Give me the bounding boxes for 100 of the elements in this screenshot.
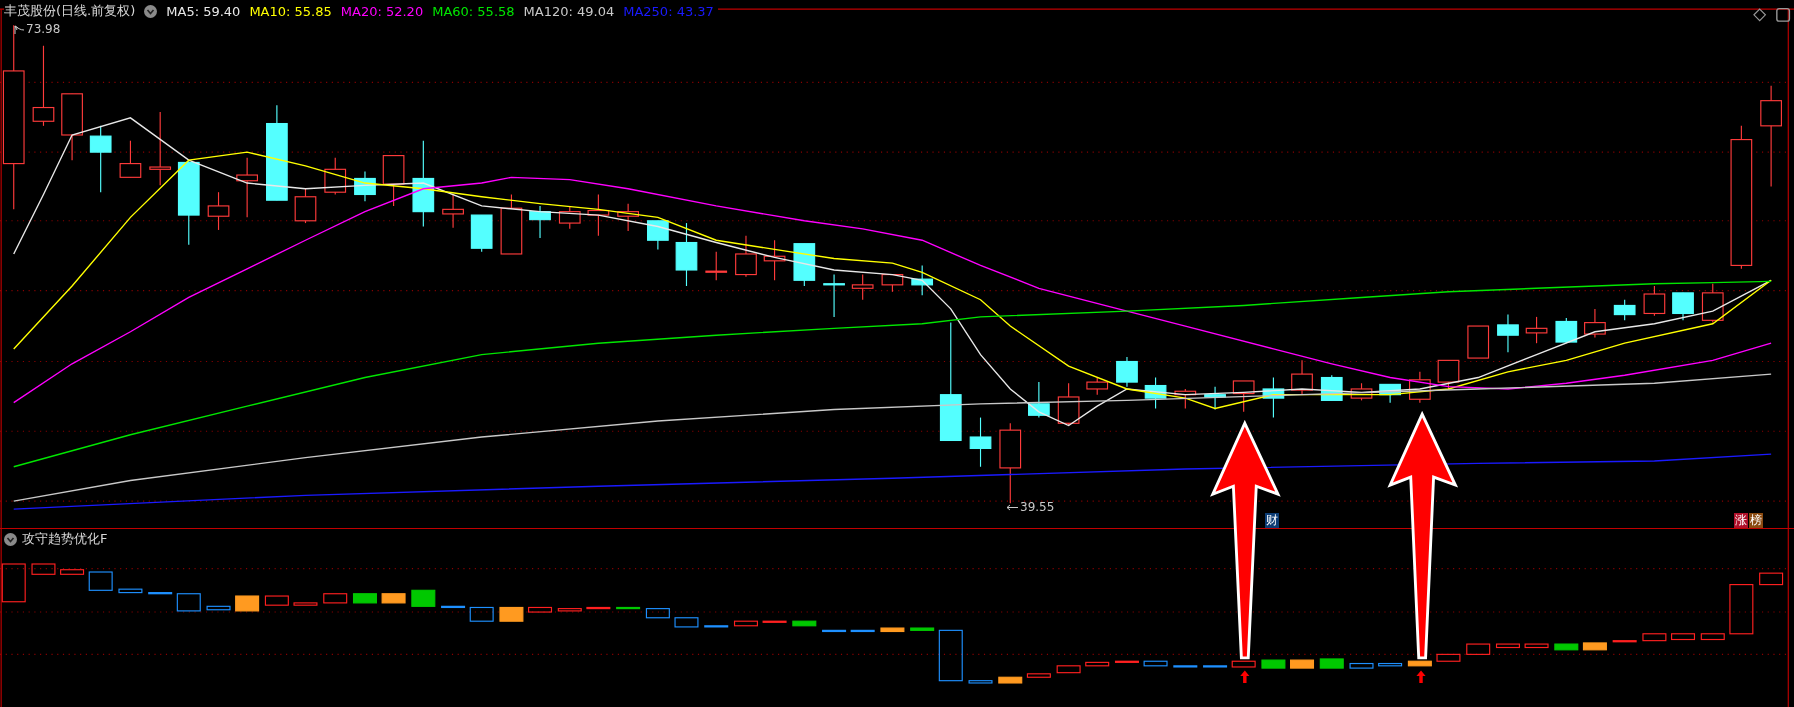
candlestick — [1497, 314, 1519, 353]
indicator-bar — [176, 593, 201, 612]
indicator-bar — [1524, 643, 1549, 649]
candlestick — [1613, 299, 1636, 321]
indicator-title: 攻守趋势优化F — [22, 530, 108, 548]
dropdown-icon[interactable] — [4, 532, 17, 546]
event-badge[interactable]: 榜 — [1749, 513, 1763, 528]
candlestick — [881, 274, 904, 293]
candlestick — [119, 140, 142, 178]
indicator-bar — [586, 606, 611, 610]
moving-average-label: MA5: 59.40 — [166, 3, 241, 19]
candlestick — [1379, 383, 1401, 404]
indicator-bar — [704, 625, 729, 628]
candlestick — [1467, 325, 1490, 359]
indicator-bar — [938, 629, 963, 682]
candlestick — [1028, 381, 1050, 419]
candlestick — [1232, 380, 1255, 413]
indicator-bar — [118, 588, 143, 594]
candlestick — [587, 193, 610, 237]
indicator-bar — [1231, 660, 1256, 668]
indicator-bar — [968, 680, 993, 684]
indicator-bar — [88, 571, 113, 591]
indicator-bar — [1203, 665, 1228, 668]
indicator-bar — [264, 595, 289, 606]
indicator-bar — [60, 569, 85, 575]
indicator-bar — [1, 563, 26, 603]
moving-average-label: MA10: 55.85 — [249, 3, 332, 19]
candlestick — [1584, 308, 1606, 339]
up-arrow-icon — [1240, 670, 1250, 683]
event-badge[interactable]: 财 — [1265, 513, 1279, 528]
candlestick — [1204, 386, 1226, 411]
candlestick — [1525, 316, 1548, 344]
indicator-bar — [1143, 660, 1168, 667]
indicator-bar — [1173, 665, 1198, 668]
leader-arrow-icon — [14, 24, 24, 34]
candlestick — [705, 251, 728, 281]
event-badge[interactable]: 涨 — [1734, 513, 1748, 528]
indicator-bar — [792, 620, 817, 627]
moving-average-label: MA60: 55.58 — [432, 3, 515, 19]
indicator-bar — [1495, 643, 1520, 649]
candlestick — [1057, 382, 1080, 427]
indicator-bar — [1729, 584, 1754, 635]
candlestick — [558, 205, 581, 230]
indicator-bar — [1466, 643, 1491, 655]
moving-average-label: MA20: 52.20 — [340, 3, 424, 19]
candlestick — [1174, 388, 1197, 409]
candlestick — [1555, 317, 1578, 344]
candlestick — [1262, 376, 1285, 419]
candlestick — [61, 93, 83, 161]
indicator-bar — [528, 606, 553, 613]
diamond-icon[interactable] — [1753, 8, 1767, 22]
indicator-bar — [1407, 660, 1432, 667]
indicator-bar — [645, 608, 670, 619]
indicator-bar — [822, 629, 847, 633]
indicator-bar — [733, 620, 758, 627]
dropdown-icon[interactable] — [144, 4, 158, 18]
indicator-bar — [1114, 660, 1139, 663]
indicator-bar — [1290, 659, 1315, 669]
candlestick — [735, 235, 757, 278]
candlestick — [1437, 359, 1460, 390]
candlestick — [617, 203, 639, 232]
indicator-bar — [499, 606, 524, 622]
indicator-bar — [148, 592, 173, 595]
indicator-bar — [1056, 665, 1081, 674]
moving-average-label: MA250: 43.37 — [623, 3, 714, 19]
candlestick — [763, 239, 786, 281]
candlestick — [236, 157, 258, 218]
candlestick — [294, 188, 317, 224]
candlestick — [382, 155, 405, 207]
indicator-bar — [1642, 633, 1667, 642]
indicator-bar — [762, 620, 787, 623]
up-arrow-icon — [1416, 670, 1426, 683]
indicator-bar — [1612, 640, 1637, 643]
candlestick — [1086, 376, 1109, 396]
indicator-bar — [206, 605, 231, 611]
indicator-bar — [441, 605, 466, 609]
candlestick — [647, 220, 669, 250]
high-price-label: 73.98 — [26, 22, 61, 36]
candlestick — [851, 274, 874, 301]
candlestick — [324, 157, 347, 196]
candlestick — [442, 193, 464, 229]
indicator-bar — [674, 617, 699, 628]
candlestick — [529, 205, 551, 239]
indicator-bar — [850, 629, 875, 633]
indicator-bar — [381, 593, 406, 604]
indicator-bar — [31, 563, 56, 575]
panel-toggle-icon[interactable] — [1776, 7, 1791, 22]
indicator-bar — [293, 602, 318, 606]
indicator-bar — [411, 589, 436, 607]
indicator-bar — [1554, 643, 1579, 651]
indicator-bar — [1085, 661, 1110, 667]
candlestick — [1116, 356, 1138, 388]
indicator-bar — [1671, 633, 1696, 641]
indicator-bar — [1436, 653, 1461, 662]
candlestick — [500, 193, 523, 255]
candlestick — [470, 214, 493, 253]
candlestick — [1144, 376, 1167, 409]
indicator-bar — [235, 595, 260, 612]
indicator-bar — [880, 627, 905, 633]
moving-average-label: MA120: 49.04 — [523, 3, 615, 19]
